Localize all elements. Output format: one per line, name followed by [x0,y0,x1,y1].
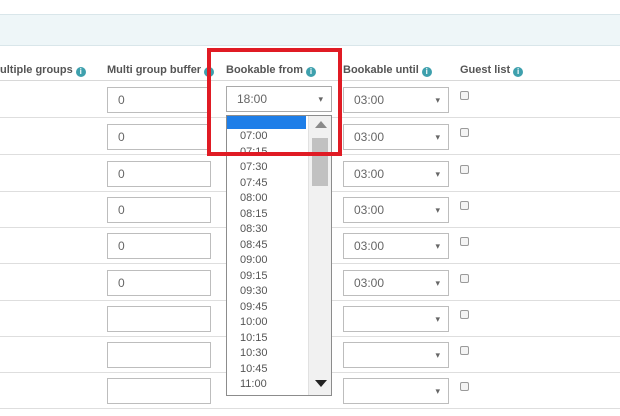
bookable-until-select[interactable]: ▾ [343,306,449,332]
guest-list-checkbox[interactable] [460,165,469,174]
bookable-until-select[interactable]: 03:00 ▾ [343,161,449,187]
info-icon[interactable]: i [306,67,317,77]
info-icon[interactable]: i [75,67,86,77]
bookable-until-select[interactable]: 03:00 ▾ [343,270,449,296]
chevron-down-icon: ▾ [435,205,440,215]
chevron-down-icon: ▾ [435,241,440,251]
chevron-down-icon: ▾ [435,386,440,396]
header-multi-group-buffer: Multi group buffer i [107,64,215,77]
multi-group-buffer-input[interactable]: 0 [107,233,211,259]
section-band [0,14,620,46]
guest-list-checkbox[interactable] [460,274,469,283]
bookable-until-select[interactable]: ▾ [343,342,449,368]
chevron-down-icon: ▾ [318,94,323,104]
guest-list-checkbox[interactable] [460,382,469,391]
chevron-down-icon: ▾ [435,132,440,142]
guest-list-checkbox[interactable] [460,91,469,100]
info-icon[interactable]: i [513,67,524,77]
chevron-down-icon: ▾ [435,350,440,360]
bookable-until-select[interactable]: 03:00 ▾ [343,87,449,113]
guest-list-checkbox[interactable] [460,128,469,137]
bookable-until-select[interactable]: ▾ [343,378,449,404]
chevron-down-icon: ▾ [435,95,440,105]
scroll-up-arrow-icon[interactable] [315,121,327,128]
scroll-down-arrow-icon[interactable] [315,380,327,387]
multi-group-buffer-input[interactable] [107,378,211,404]
guest-list-checkbox[interactable] [460,310,469,319]
bookable-until-select[interactable]: 03:00 ▾ [343,233,449,259]
multi-group-buffer-input[interactable]: 0 [107,87,211,113]
multi-group-buffer-input[interactable] [107,306,211,332]
chevron-down-icon: ▾ [435,169,440,179]
guest-list-checkbox[interactable] [460,201,469,210]
bookable-until-select[interactable]: 03:00 ▾ [343,124,449,150]
dropdown-highlighted-option[interactable] [227,116,306,129]
top-strip [0,0,620,14]
multi-group-buffer-input[interactable] [107,342,211,368]
guest-list-checkbox[interactable] [460,237,469,246]
bookable-from-select[interactable]: 18:00 ▾ [226,86,332,112]
bookable-until-select[interactable]: 03:00 ▾ [343,197,449,223]
chevron-down-icon: ▾ [435,314,440,324]
info-icon[interactable]: i [421,67,432,77]
header-guest-list: Guest list i [460,64,524,77]
info-icon[interactable]: i [204,67,215,77]
multi-group-buffer-input[interactable]: 0 [107,270,211,296]
multi-group-buffer-input[interactable]: 0 [107,124,211,150]
bookable-from-dropdown[interactable]: 07:00 07:15 07:30 07:45 08:00 08:15 08:30 08:45… [226,115,332,396]
guest-list-checkbox[interactable] [460,346,469,355]
chevron-down-icon: ▾ [435,278,440,288]
header-bookable-from: Bookable from i [226,64,317,77]
table-header: ultiple groups i Multi group buffer i Book… [0,44,620,81]
dropdown-scrollbar[interactable] [308,116,331,395]
scroll-thumb[interactable] [312,138,328,186]
header-multiple-groups: ultiple groups i [0,64,86,77]
multi-group-buffer-input[interactable]: 0 [107,161,211,187]
header-bookable-until: Bookable until i [343,64,432,77]
multi-group-buffer-input[interactable]: 0 [107,197,211,223]
